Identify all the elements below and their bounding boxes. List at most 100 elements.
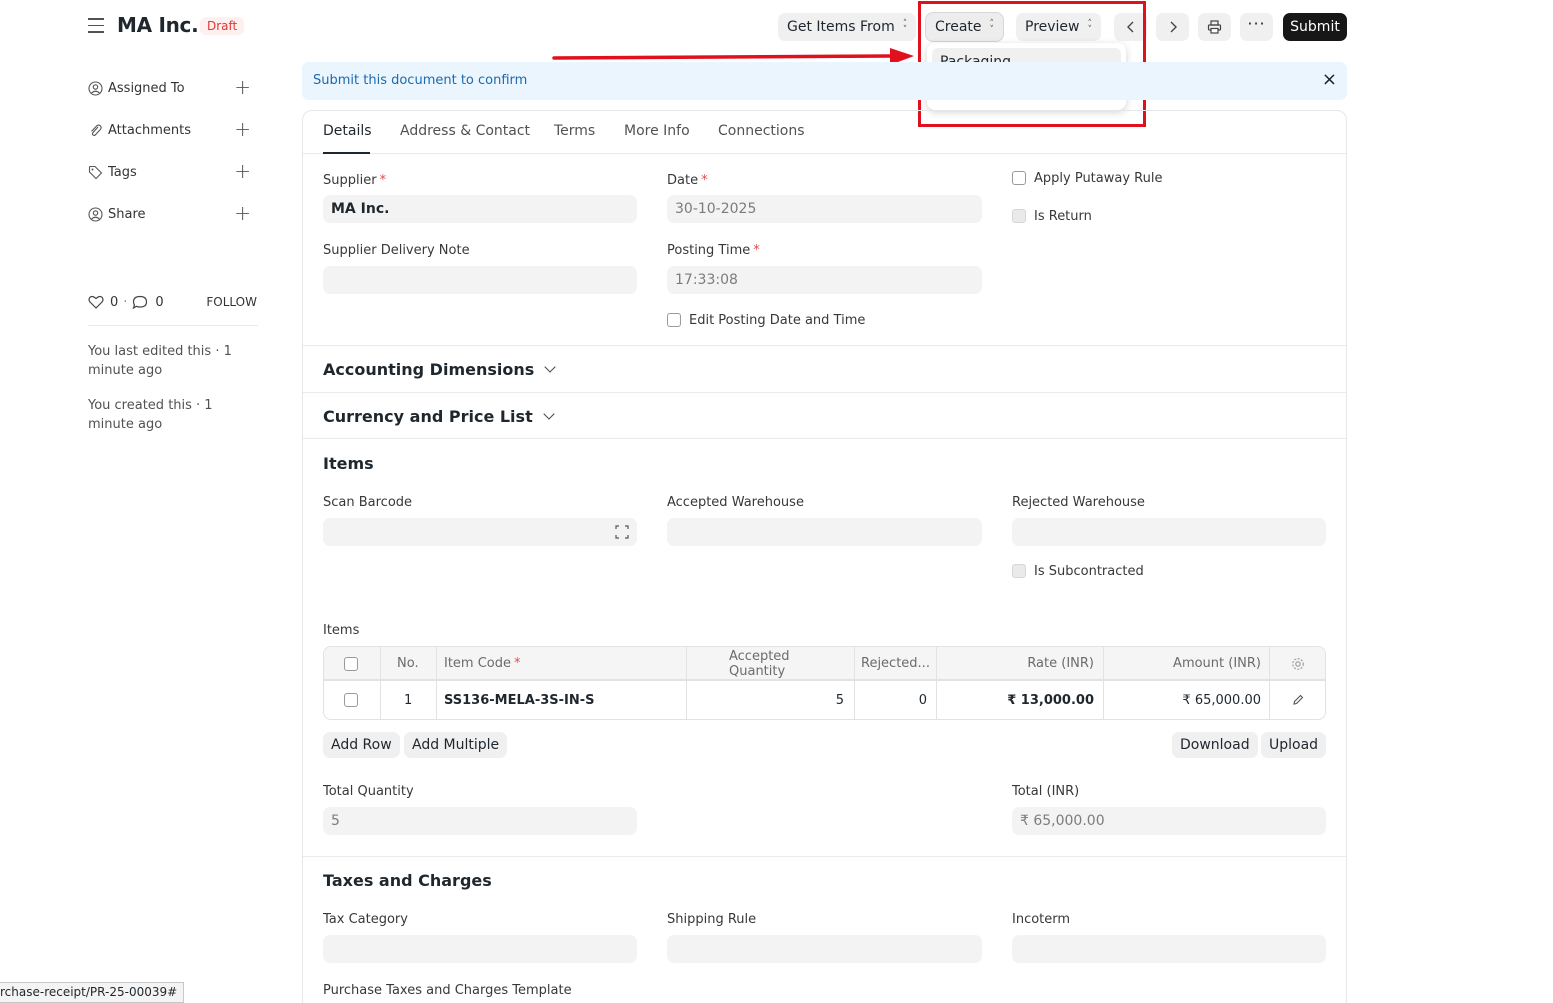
get-items-from-button[interactable]: Get Items From ˄ ˅ bbox=[778, 13, 917, 41]
chevron-down-icon bbox=[543, 408, 555, 420]
share-user-icon bbox=[88, 206, 103, 222]
sidebar-divider bbox=[88, 325, 258, 326]
follow-button[interactable]: FOLLOW bbox=[206, 295, 257, 309]
sidebar-tags[interactable]: Tags + bbox=[88, 161, 258, 182]
incoterm-field[interactable] bbox=[1012, 935, 1326, 963]
tax-category-field[interactable] bbox=[323, 935, 637, 963]
section-divider bbox=[303, 345, 1346, 346]
banner-message: Submit this document to confirm bbox=[313, 73, 528, 88]
last-edited-note: You last edited this · 1 minute ago bbox=[88, 344, 232, 378]
edit-posting-checkbox[interactable] bbox=[667, 313, 681, 327]
is-return-checkbox[interactable] bbox=[1012, 209, 1026, 223]
row-item-code[interactable]: SS136-MELA-3S-IN-S bbox=[444, 680, 595, 719]
column-settings-icon[interactable] bbox=[1291, 647, 1305, 680]
comment-icon[interactable] bbox=[132, 295, 148, 310]
row-accepted-qty[interactable]: 5 bbox=[729, 680, 844, 719]
is-return-label: Is Return bbox=[1034, 209, 1092, 224]
assigned-to-label: Assigned To bbox=[108, 80, 185, 96]
row-no: 1 bbox=[404, 692, 413, 708]
paperclip-icon bbox=[88, 123, 103, 138]
items-table-label: Items bbox=[323, 623, 360, 638]
upload-button[interactable]: Upload bbox=[1261, 732, 1327, 758]
user-assign-icon bbox=[88, 80, 103, 96]
posting-time-label: Posting Time * bbox=[667, 243, 760, 258]
is-subcontracted-checkbox[interactable] bbox=[1012, 564, 1026, 578]
submit-button[interactable]: Submit bbox=[1283, 13, 1347, 41]
add-assignee-icon[interactable]: + bbox=[234, 77, 251, 97]
row-select-cell bbox=[344, 680, 358, 719]
items-section-title: Items bbox=[323, 454, 374, 473]
more-options-button[interactable]: ··· bbox=[1240, 13, 1273, 41]
col-rate: Rate (INR) bbox=[1027, 656, 1094, 671]
attachments-label: Attachments bbox=[108, 122, 191, 138]
row-rejected[interactable]: 0 bbox=[864, 680, 927, 719]
accepted-warehouse-label: Accepted Warehouse bbox=[667, 495, 804, 510]
print-button[interactable] bbox=[1198, 13, 1231, 41]
tab-address-contact[interactable]: Address & Contact bbox=[400, 123, 530, 139]
row-checkbox[interactable] bbox=[344, 693, 358, 707]
tab-details[interactable]: Details bbox=[323, 123, 372, 139]
select-all-checkbox[interactable] bbox=[344, 656, 358, 671]
sidebar-assigned-to[interactable]: Assigned To + bbox=[88, 77, 258, 98]
chevron-down-icon bbox=[544, 361, 556, 373]
col-accepted-qty: Accepted Quantity bbox=[729, 648, 790, 679]
created-note: You created this · 1 minute ago bbox=[88, 398, 213, 432]
rejected-warehouse-label: Rejected Warehouse bbox=[1012, 495, 1145, 510]
col-rejected: Rejected... bbox=[861, 656, 930, 671]
scan-barcode-label: Scan Barcode bbox=[323, 495, 413, 510]
supplier-label: Supplier * bbox=[323, 173, 387, 188]
scan-icon[interactable] bbox=[615, 525, 629, 539]
updown-icon: ˄ ˅ bbox=[902, 19, 908, 35]
tabs-divider bbox=[303, 153, 1346, 154]
total-quantity-label: Total Quantity bbox=[323, 784, 414, 799]
total-quantity-field: 5 bbox=[323, 807, 637, 835]
apply-putaway-checkbox[interactable] bbox=[1012, 171, 1026, 185]
total-field: ₹ 65,000.00 bbox=[1012, 807, 1326, 835]
taxes-section-title: Taxes and Charges bbox=[323, 871, 492, 890]
col-amount: Amount (INR) bbox=[1173, 656, 1261, 671]
total-label: Total (INR) bbox=[1012, 784, 1080, 799]
add-row-button[interactable]: Add Row bbox=[323, 732, 400, 758]
currency-price-list-section[interactable]: Currency and Price List bbox=[323, 407, 555, 426]
add-multiple-button[interactable]: Add Multiple bbox=[404, 732, 508, 758]
rejected-warehouse-field[interactable] bbox=[1012, 518, 1326, 546]
tab-more-info[interactable]: More Info bbox=[624, 123, 690, 139]
sidebar-attachments[interactable]: Attachments + bbox=[88, 119, 258, 140]
info-banner: Submit this document to confirm × bbox=[302, 62, 1347, 100]
table-row[interactable]: 1 SS136-MELA-3S-IN-S 5 0 ₹ 13,000.00 ₹ 6… bbox=[324, 680, 1325, 719]
comments-count: 0 bbox=[155, 294, 164, 310]
close-icon[interactable]: × bbox=[1322, 69, 1337, 90]
share-label: Share bbox=[108, 206, 146, 222]
incoterm-label: Incoterm bbox=[1012, 912, 1071, 927]
shipping-rule-field[interactable] bbox=[667, 935, 982, 963]
tab-terms[interactable]: Terms bbox=[554, 123, 595, 139]
table-header: No. Item Code * Accepted Quantity Rejecte… bbox=[324, 647, 1325, 680]
add-tag-icon[interactable]: + bbox=[234, 161, 251, 181]
heart-icon[interactable] bbox=[88, 295, 104, 309]
posting-time-field[interactable]: 17:33:08 bbox=[667, 266, 982, 294]
status-url-bar: rchase-receipt/PR-25-00039# bbox=[0, 982, 184, 1003]
next-button[interactable] bbox=[1156, 13, 1189, 41]
row-rate[interactable]: ₹ 13,000.00 bbox=[974, 680, 1094, 719]
edit-row-icon[interactable] bbox=[1292, 680, 1304, 719]
is-subcontracted-label: Is Subcontracted bbox=[1034, 564, 1144, 579]
select-all-cell bbox=[344, 647, 358, 680]
supplier-field[interactable]: MA Inc. bbox=[323, 195, 637, 223]
add-share-icon[interactable]: + bbox=[234, 203, 251, 223]
download-button[interactable]: Download bbox=[1172, 732, 1258, 758]
apply-putaway-label: Apply Putaway Rule bbox=[1034, 171, 1163, 186]
date-field[interactable]: 30-10-2025 bbox=[667, 195, 982, 223]
tax-category-label: Tax Category bbox=[323, 912, 408, 927]
accounting-dimensions-section[interactable]: Accounting Dimensions bbox=[323, 360, 556, 379]
supplier-delivery-note-field[interactable] bbox=[323, 266, 637, 294]
accepted-warehouse-field[interactable] bbox=[667, 518, 982, 546]
tags-label: Tags bbox=[108, 164, 137, 180]
shipping-rule-label: Shipping Rule bbox=[667, 912, 757, 927]
items-table: No. Item Code * Accepted Quantity Rejecte… bbox=[323, 646, 1326, 720]
menu-icon[interactable] bbox=[88, 18, 104, 34]
tab-connections[interactable]: Connections bbox=[718, 123, 805, 139]
sidebar-share[interactable]: Share + bbox=[88, 203, 258, 224]
add-attachment-icon[interactable]: + bbox=[234, 119, 251, 139]
scan-barcode-field[interactable] bbox=[323, 518, 637, 546]
likes-count: 0 bbox=[110, 294, 119, 310]
